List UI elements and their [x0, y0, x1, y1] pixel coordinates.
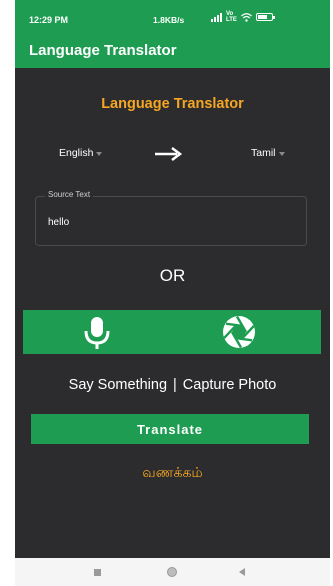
or-label: OR: [159, 266, 186, 285]
right-arrow-icon: [155, 147, 183, 161]
wifi-icon: [240, 12, 252, 22]
signal-icon: [211, 12, 222, 22]
source-text-label: Source Text: [45, 190, 94, 199]
status-time: 12:29 PM: [29, 15, 69, 25]
main-content: Language Translator English Tamil Source…: [15, 68, 330, 558]
source-text-value[interactable]: hello: [48, 217, 69, 228]
source-text-field[interactable]: Source Text hello: [35, 190, 307, 246]
separator: |: [173, 377, 177, 393]
app-bar: Language Translator: [15, 38, 330, 68]
network-speed: 1.8KB/s: [153, 15, 185, 25]
battery-icon: [255, 13, 275, 21]
language-row: English Tamil: [15, 145, 330, 165]
volte-icon: Vo LTE: [226, 11, 237, 23]
page-heading: Language Translator: [101, 96, 244, 112]
app-bar-title: Language Translator: [29, 42, 177, 59]
recents-square-icon[interactable]: [94, 569, 101, 576]
capture-photo-label[interactable]: Capture Photo: [183, 377, 277, 393]
source-language-dropdown[interactable]: English: [59, 147, 103, 159]
microphone-icon[interactable]: [79, 315, 115, 351]
system-nav-bar: [15, 558, 330, 586]
translate-button[interactable]: Translate: [31, 414, 309, 444]
status-bar: 12:29 PM 1.8KB/s Vo LTE: [15, 0, 330, 38]
camera-shutter-icon[interactable]: [221, 314, 257, 350]
phone-screen: 12:29 PM 1.8KB/s Vo LTE Language Translat…: [0, 0, 333, 586]
target-language-label: Tamil: [251, 147, 276, 159]
input-actions-bar: [23, 310, 321, 354]
chevron-down-icon: [96, 152, 103, 156]
source-language-label: English: [59, 147, 94, 159]
translation-result: வணக்கம்: [142, 464, 203, 480]
target-language-dropdown[interactable]: Tamil: [251, 147, 285, 159]
input-method-labels: Say Something | Capture Photo: [15, 377, 330, 393]
status-icons: Vo LTE: [211, 11, 275, 23]
say-something-label[interactable]: Say Something: [69, 377, 167, 393]
home-circle-icon[interactable]: [167, 567, 177, 577]
chevron-down-icon: [278, 152, 285, 156]
back-triangle-icon[interactable]: [239, 568, 245, 576]
